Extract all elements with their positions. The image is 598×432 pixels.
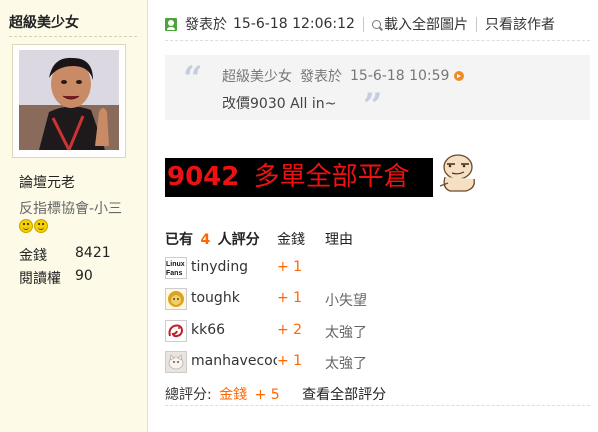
avatar-frame <box>12 44 126 158</box>
rating-row: toughk + 1 小失望 <box>165 288 595 310</box>
post-headline: 9042 多單全部平倉 <box>165 158 433 197</box>
user-rank: 論壇元老 <box>19 175 75 191</box>
total-currency: 金錢 <box>219 387 248 403</box>
cat-avatar-icon <box>166 352 186 372</box>
quote-text: 改價9030 All in~ <box>222 96 337 112</box>
headline-number: 9042 <box>167 162 240 192</box>
user-group: 反指標協會-小三 <box>19 201 123 217</box>
author-only-link[interactable]: 只看該作者 <box>485 14 555 34</box>
posted-time: 15-6-18 12:06:12 <box>233 16 355 32</box>
rating-row: Linux Fans tinyding + 1 <box>165 257 595 279</box>
headline-text: 多單全部平倉 <box>253 162 410 192</box>
linux-fans-icon: Linux Fans <box>166 258 186 278</box>
open-quote-icon: “ <box>183 59 203 99</box>
rater-avatar[interactable] <box>165 351 187 373</box>
search-icon <box>371 19 381 29</box>
rater-name[interactable]: tinyding <box>191 259 277 275</box>
divider <box>9 36 137 37</box>
user-sidebar: 超級美少女 論壇元老 反指標協會-小三 金錢 8421 閱讀權 90 <box>0 0 148 432</box>
stat-label: 金錢 <box>19 248 47 264</box>
online-user-icon <box>165 17 177 31</box>
column-money: 金錢 <box>277 232 305 248</box>
username-link[interactable]: 超級美少女 <box>9 12 79 32</box>
quote-meta: 超級美少女 發表於 15-6-18 10:59 <box>222 66 465 86</box>
divider <box>165 40 590 41</box>
rating-suffix: 人評分 <box>217 232 260 248</box>
rater-name[interactable]: toughk <box>191 290 277 306</box>
avatar-image <box>19 50 119 150</box>
smiley-icon <box>19 219 33 233</box>
dragon-avatar-icon <box>166 321 186 341</box>
quote-author: 超級美少女 <box>222 69 292 85</box>
rater-name[interactable]: kk66 <box>191 322 277 338</box>
column-reason: 理由 <box>325 232 353 248</box>
rater-score: + 1 <box>277 259 303 275</box>
rater-reason: 太強了 <box>325 356 367 372</box>
rating-header: 已有 4 人評分 金錢 理由 <box>165 229 353 249</box>
stat-value: 8421 <box>75 245 111 261</box>
view-all-ratings-link[interactable]: 查看全部評分 <box>302 387 386 403</box>
rating-row: kk66 + 2 太強了 <box>165 320 595 342</box>
stat-read-permission: 閱讀權 90 <box>19 268 93 288</box>
smiley-icon <box>34 219 48 233</box>
medal-group <box>19 219 48 233</box>
post-meta-bar: 發表於 15-6-18 12:06:12 載入全部圖片 只看該作者 <box>165 14 555 34</box>
load-all-images-link[interactable]: 載入全部圖片 <box>384 14 468 34</box>
rater-avatar[interactable]: Linux Fans <box>165 257 187 279</box>
separator <box>475 16 477 32</box>
svg-text:Linux: Linux <box>166 261 185 268</box>
rater-name[interactable]: manhavecoo <box>191 353 277 369</box>
rating-prefix: 已有 <box>165 232 193 248</box>
quote-time: 15-6-18 10:59 <box>350 68 450 84</box>
total-label: 總評分: <box>165 387 212 403</box>
quote-posted-prefix: 發表於 <box>300 69 342 85</box>
rating-total: 總評分: 金錢 + 5 查看全部評分 <box>165 384 386 404</box>
rating-row: manhavecoo + 1 太強了 <box>165 351 595 373</box>
rater-score: + 1 <box>277 353 303 369</box>
rater-reason: 小失望 <box>325 293 367 309</box>
posted-prefix: 發表於 <box>185 17 227 33</box>
rater-score: + 1 <box>277 290 303 306</box>
smug-face-emoticon-icon <box>439 154 475 192</box>
rating-count: 4 <box>200 232 211 248</box>
total-value: + 5 <box>254 387 280 403</box>
rater-avatar[interactable] <box>165 288 187 310</box>
rater-score: + 2 <box>277 322 303 338</box>
rater-avatar[interactable] <box>165 320 187 342</box>
svg-text:Fans: Fans <box>166 270 182 277</box>
divider <box>165 405 590 406</box>
lion-avatar-icon <box>166 289 186 309</box>
avatar[interactable] <box>19 50 119 150</box>
stat-money: 金錢 8421 <box>19 245 111 265</box>
jump-to-post-icon[interactable] <box>454 71 465 81</box>
separator <box>362 16 364 32</box>
rater-reason: 太強了 <box>325 325 367 341</box>
stat-label: 閱讀權 <box>19 271 61 287</box>
stat-value: 90 <box>75 268 93 284</box>
quote-block: “ 超級美少女 發表於 15-6-18 10:59 改價9030 All in~… <box>165 55 590 126</box>
close-quote-icon: ” <box>363 86 383 126</box>
